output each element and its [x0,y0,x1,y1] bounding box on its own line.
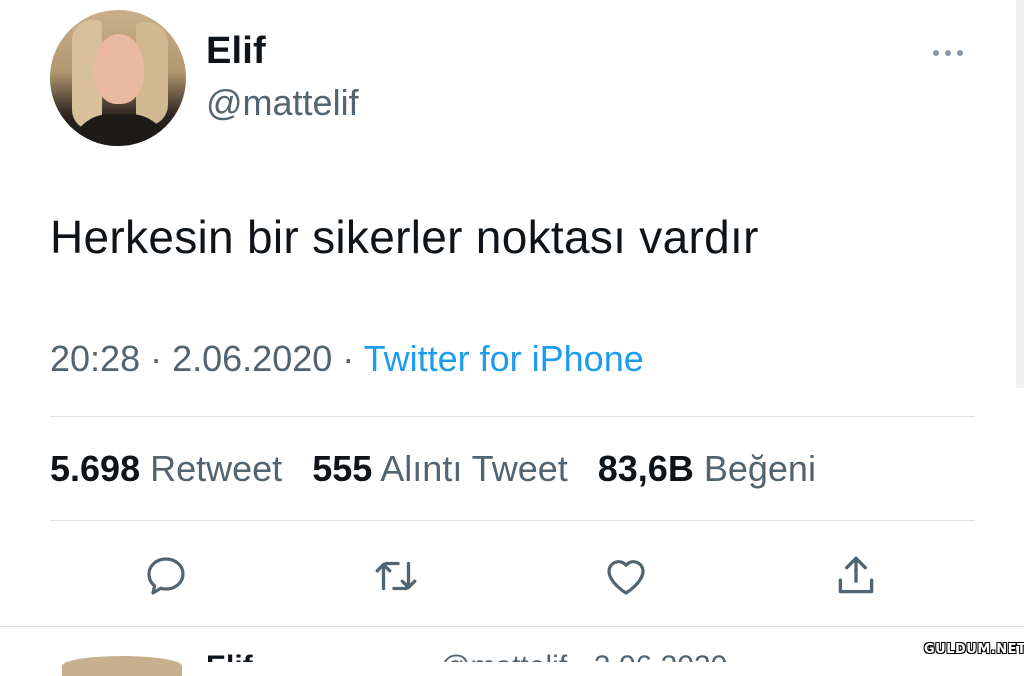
reply-icon [147,557,185,595]
divider [0,626,1024,627]
avatar[interactable] [50,10,186,146]
author-name[interactable]: Elif [206,30,266,73]
retweet-icon [375,561,417,591]
next-tweet-author-handle[interactable]: @mattelif · 2.06.2020 [440,650,727,662]
quotes-label: Alıntı Tweet [380,448,568,489]
more-dot [933,50,939,56]
share-button[interactable] [828,548,884,604]
like-button[interactable] [598,548,654,604]
more-options-icon[interactable] [933,44,973,62]
likes-count: 83,6B [597,448,694,489]
likes-stat[interactable]: 83,6B Beğeni [598,448,816,489]
tweet-date[interactable]: 2.06.2020 [172,338,332,379]
next-tweet-author-name[interactable]: Elif [206,650,253,662]
tweet-text: Herkesin bir sikerler noktası vardır [50,211,759,263]
watermark: GULDUM.NET [924,642,1024,657]
next-tweet-avatar[interactable] [62,656,182,676]
retweets-label: Retweet [150,448,283,489]
scroll-edge [1016,0,1024,388]
tweet-meta: 20:28 · 2.06.2020 · Twitter for iPhone [50,338,644,380]
retweets-stat[interactable]: 5.698 Retweet [50,448,282,489]
more-dot [945,50,951,56]
tweet-stats: 5.698 Retweet 555 Alıntı Tweet 83,6B Beğ… [50,448,816,490]
quotes-stat[interactable]: 555 Alıntı Tweet [312,448,568,489]
like-icon [607,560,645,595]
likes-label: Beğeni [703,448,816,489]
avatar-face [94,34,144,104]
more-dot [957,50,963,56]
retweets-count: 5.698 [50,448,141,489]
divider [50,520,975,521]
meta-separator: · [342,338,364,379]
tweet-actions [0,548,1024,608]
author-handle[interactable]: @mattelif [206,82,359,124]
divider [50,416,975,417]
tweet-source-link[interactable]: Twitter for iPhone [364,338,644,379]
share-icon [838,556,874,594]
meta-separator: · [150,338,173,379]
reply-button[interactable] [138,548,194,604]
quotes-count: 555 [312,448,373,489]
tweet-time[interactable]: 20:28 [50,338,140,379]
retweet-button[interactable] [368,548,424,604]
